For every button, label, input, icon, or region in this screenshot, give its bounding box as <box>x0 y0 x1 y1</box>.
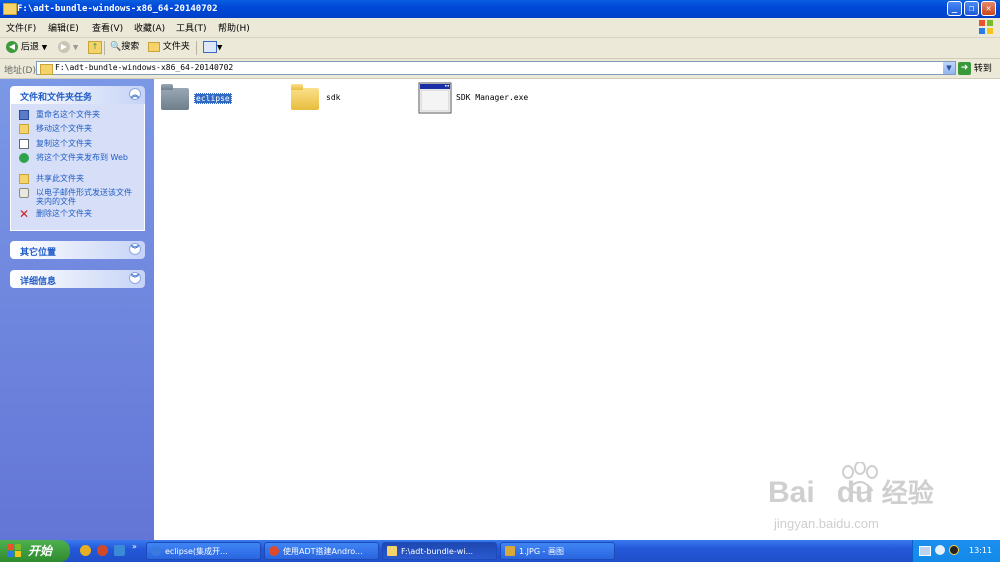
menu-help[interactable]: 帮助(H) <box>218 21 250 34</box>
language-icon[interactable] <box>935 545 945 555</box>
forward-arrow-icon: ▶ <box>58 41 70 53</box>
file-item-sdk[interactable]: sdk <box>290 84 400 114</box>
file-item-sdk-manager[interactable]: SDK Manager.exe <box>418 82 548 114</box>
restore-button[interactable]: ❐ <box>964 1 979 16</box>
task-pane: 文件和文件夹任务 ︽ 重命名这个文件夹 移动这个文件夹 复制这个文件夹 将这个文… <box>0 79 154 540</box>
share-icon <box>19 174 29 184</box>
back-dropdown-icon[interactable]: ▼ <box>42 44 47 52</box>
file-item-eclipse[interactable]: eclipse <box>160 84 270 114</box>
menu-bar: 文件(F) 编辑(E) 查看(V) 收藏(A) 工具(T) 帮助(H) <box>0 18 1000 38</box>
up-folder-button[interactable]: ↑ <box>88 41 102 54</box>
collapse-icon[interactable]: ︽ <box>129 88 141 100</box>
browser-icon[interactable] <box>97 545 108 556</box>
tasks-panel: 重命名这个文件夹 移动这个文件夹 复制这个文件夹 将这个文件夹发布到 Web 共… <box>10 104 145 231</box>
close-button[interactable]: ✕ <box>981 1 996 16</box>
copy-icon <box>19 139 29 149</box>
search-button[interactable]: 🔍搜索 <box>110 41 139 54</box>
taskbar-button-eclipse[interactable]: eclipse(集成开... <box>146 542 261 560</box>
delete-icon: ✕ <box>19 207 30 221</box>
window-title: F:\adt-bundle-windows-x86_64-20140702 <box>17 4 218 14</box>
rename-icon <box>19 110 29 120</box>
toolbar: ◀ 后退 ▼ ▶ ▼ ↑ 🔍搜索 文件夹 ▼ <box>0 38 1000 59</box>
address-input[interactable]: F:\adt-bundle-windows-x86_64-20140702 ▼ <box>36 61 956 75</box>
back-button[interactable]: ◀ 后退 ▼ <box>6 41 47 55</box>
baidu-jingyan-watermark: Bai du 经验 jingyan.baidu.com <box>768 462 978 542</box>
address-bar: 地址(D) F:\adt-bundle-windows-x86_64-20140… <box>0 59 1000 79</box>
taskbar-button-browser[interactable]: 使用ADT搭建Andro... <box>264 542 379 560</box>
forward-button[interactable]: ▶ ▼ <box>58 41 78 55</box>
email-icon <box>19 188 29 198</box>
paint-icon <box>505 546 515 556</box>
go-arrow-icon: ➜ <box>958 62 971 75</box>
go-button[interactable]: ➜ 转到 <box>958 61 992 75</box>
folder-icon <box>3 3 17 15</box>
windows-flag-icon <box>8 544 21 557</box>
expand-icon[interactable]: ︾ <box>129 243 141 255</box>
tasks-panel-header[interactable]: 文件和文件夹任务 ︽ <box>10 86 145 104</box>
quicklaunch-more-icon[interactable]: » <box>132 542 137 551</box>
menu-view[interactable]: 查看(V) <box>92 21 123 34</box>
clock[interactable]: 13:11 <box>969 546 992 555</box>
back-arrow-icon: ◀ <box>6 41 18 53</box>
menu-file[interactable]: 文件(F) <box>6 21 36 34</box>
expand-icon[interactable]: ︾ <box>129 272 141 284</box>
publish-web-icon <box>19 153 29 163</box>
taskbar: 开始 » eclipse(集成开... 使用ADT搭建Andro... F:\a… <box>0 540 1000 562</box>
application-window-icon <box>418 82 452 114</box>
forward-dropdown-icon[interactable]: ▼ <box>73 44 78 52</box>
folders-button[interactable]: 文件夹 <box>148 41 190 54</box>
menu-favorites[interactable]: 收藏(A) <box>134 21 165 34</box>
up-folder-icon: ↑ <box>88 41 102 54</box>
folder-icon <box>161 84 189 110</box>
views-button[interactable]: ▼ <box>203 41 222 55</box>
address-label: 地址(D) <box>4 66 36 76</box>
start-button[interactable]: 开始 <box>0 540 70 562</box>
taskbar-button-explorer[interactable]: F:\adt-bundle-wi... <box>382 542 497 560</box>
views-icon <box>203 41 217 53</box>
menu-tools[interactable]: 工具(T) <box>176 21 207 34</box>
folders-icon <box>148 41 160 52</box>
other-places-header[interactable]: 其它位置 ︾ <box>10 241 145 259</box>
windows-logo-icon <box>979 20 993 34</box>
details-header[interactable]: 详细信息 ︾ <box>10 270 145 288</box>
folder-icon <box>40 64 53 75</box>
folder-icon <box>387 546 397 556</box>
network-icon[interactable] <box>919 546 931 556</box>
minimize-button[interactable]: _ <box>947 1 962 16</box>
app-icon <box>151 546 161 556</box>
system-tray: 13:11 <box>912 540 1000 562</box>
title-bar[interactable]: F:\adt-bundle-windows-x86_64-20140702 _ … <box>0 0 1000 18</box>
quicklaunch-icon[interactable] <box>80 545 91 556</box>
move-icon <box>19 124 29 134</box>
browser-icon <box>269 546 279 556</box>
menu-edit[interactable]: 编辑(E) <box>48 21 79 34</box>
qq-icon[interactable] <box>949 545 959 555</box>
address-dropdown-icon[interactable]: ▼ <box>943 62 955 74</box>
quicklaunch-icon[interactable] <box>114 545 125 556</box>
search-icon: 🔍 <box>110 42 122 52</box>
taskbar-button-paint[interactable]: 1.JPG - 画图 <box>500 542 615 560</box>
folder-icon <box>291 84 319 110</box>
